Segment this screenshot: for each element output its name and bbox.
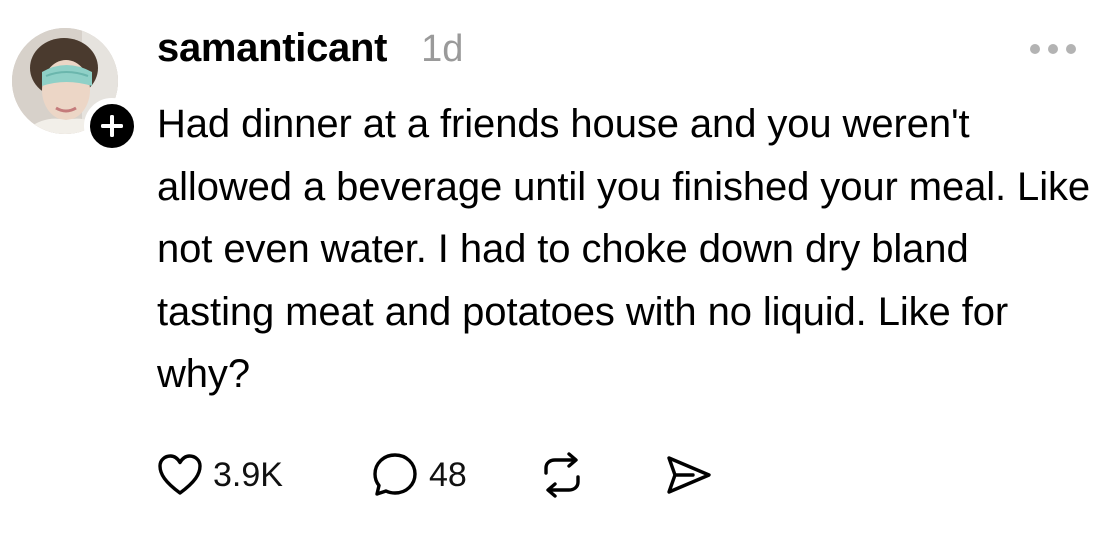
more-options-icon-dot [1048,44,1058,54]
post-body: Had dinner at a friends house and you we… [157,102,1091,396]
repost-icon [544,452,580,498]
like-button[interactable]: 3.9K [157,453,283,497]
repost-button[interactable] [537,452,587,498]
more-options-icon [1030,44,1040,54]
share-button[interactable] [663,453,713,497]
action-bar: 3.9K 48 [157,450,713,500]
timestamp: 1d [421,28,464,70]
plus-icon [101,115,123,137]
avatar-container [12,28,140,154]
post-header: samanticant 1d [157,26,463,71]
heart-icon [158,454,202,495]
more-options-button[interactable] [1030,38,1086,60]
comment-bubble-icon [373,453,417,496]
like-count: 3.9K [213,455,283,494]
follow-button[interactable] [84,98,140,154]
username[interactable]: samanticant [157,26,387,71]
more-options-icon-dot [1066,44,1076,54]
reply-count: 48 [428,455,467,494]
post-card: samanticant 1d Had dinner at a friends h… [0,0,1110,538]
send-icon [667,456,711,494]
reply-button[interactable]: 48 [371,451,467,499]
